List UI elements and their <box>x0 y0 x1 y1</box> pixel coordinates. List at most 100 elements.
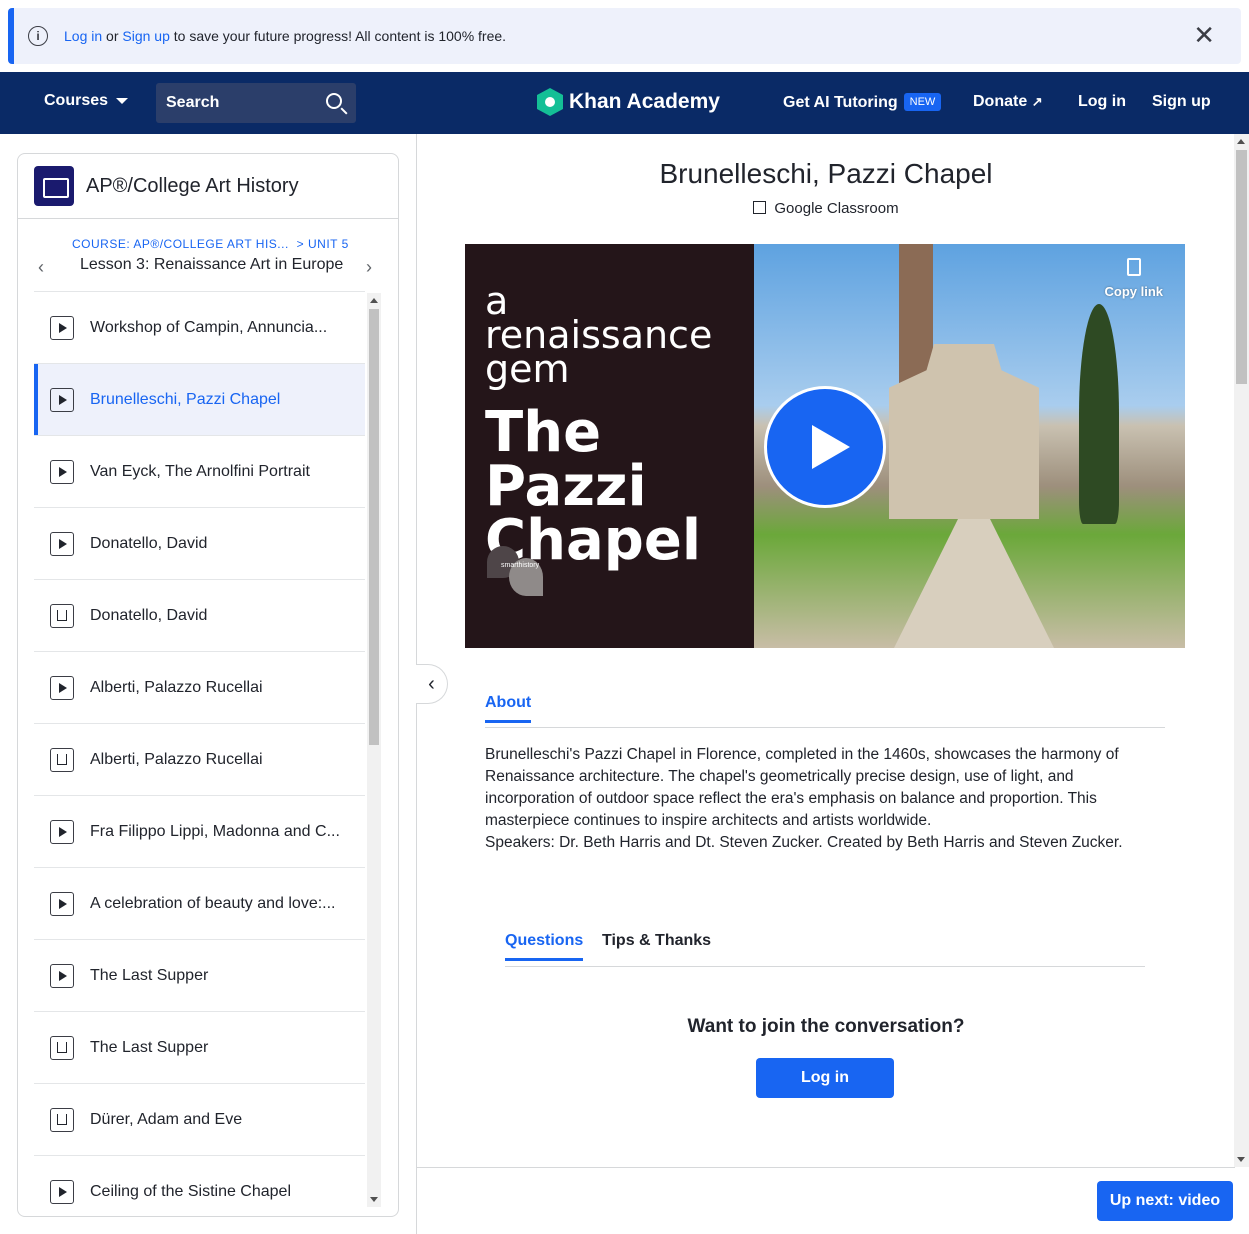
lesson-item[interactable]: Workshop of Campin, Annuncia... <box>34 291 365 363</box>
ai-tutoring-link[interactable]: Get AI Tutoring NEW <box>783 93 942 112</box>
scrollbar-thumb[interactable] <box>369 309 379 745</box>
video-play-icon <box>50 459 74 484</box>
chevron-left-icon[interactable]: ‹ <box>38 257 44 278</box>
logo-icon <box>537 88 563 116</box>
ai-tutoring-label: Get AI Tutoring <box>783 94 898 111</box>
play-button[interactable] <box>764 386 886 508</box>
video-play-icon <box>50 819 74 844</box>
about-tabs: About <box>485 694 1165 728</box>
page-scrollbar-thumb[interactable] <box>1236 150 1247 384</box>
banner-text: to save your future progress! All conten… <box>173 28 507 44</box>
login-button[interactable]: Log in <box>756 1058 894 1098</box>
lesson-item[interactable]: Dürer, Adam and Eve <box>34 1083 365 1155</box>
copy-link-button[interactable]: Copy link <box>1104 258 1163 299</box>
new-badge: NEW <box>903 93 942 111</box>
video-play-icon <box>50 531 74 556</box>
thumbnail-path <box>894 519 1054 648</box>
tab-questions[interactable]: Questions <box>505 932 584 961</box>
collapse-sidebar-button[interactable]: ‹ <box>416 664 448 704</box>
lesson-item[interactable]: Van Eyck, The Arnolfini Portrait <box>34 435 365 507</box>
chevron-down-icon <box>116 97 129 104</box>
nav-signup-link[interactable]: Sign up <box>1152 93 1211 111</box>
lesson-item[interactable]: Brunelleschi, Pazzi Chapel <box>34 363 365 435</box>
lesson-item-label: Alberti, Palazzo Rucellai <box>90 750 263 768</box>
scroll-up-arrow-icon[interactable] <box>370 298 378 303</box>
lesson-item-label: The Last Supper <box>90 1038 209 1056</box>
breadcrumb-unit-link[interactable]: > UNIT 5 <box>297 237 349 251</box>
thumbnail-tower <box>899 244 933 384</box>
smarthistory-wordmark: smarthistory <box>501 562 540 569</box>
signup-banner: i Log in or Sign up to save your future … <box>8 8 1241 64</box>
smarthistory-logo: smarthistory <box>487 536 543 600</box>
banner-login-link[interactable]: Log in <box>64 28 102 44</box>
sidebar-scrollbar[interactable] <box>367 293 381 1207</box>
courses-menu-button[interactable]: Courses <box>44 92 129 110</box>
article-icon <box>50 1035 74 1060</box>
lesson-item[interactable]: The Last Supper <box>34 939 365 1011</box>
page-scrollbar[interactable] <box>1234 134 1249 1167</box>
khan-academy-logo[interactable]: Khan Academy <box>537 88 720 116</box>
donate-label: Donate <box>973 93 1028 110</box>
lesson-item[interactable]: Ceiling of the Sistine Chapel <box>34 1155 365 1207</box>
video-play-icon <box>50 675 74 700</box>
lesson-item[interactable]: Alberti, Palazzo Rucellai <box>34 723 365 795</box>
close-icon[interactable]: ✕ <box>1193 22 1215 48</box>
thumbnail-tree <box>1079 304 1119 524</box>
lesson-item[interactable]: A celebration of beauty and love:... <box>34 867 365 939</box>
discussion-tabs: Questions Tips & Thanks <box>505 932 1145 967</box>
google-classroom-label: Google Classroom <box>774 200 899 217</box>
search-placeholder: Search <box>166 94 220 111</box>
course-title[interactable]: AP®/College Art History <box>86 175 299 198</box>
banner-signup-link[interactable]: Sign up <box>122 28 169 44</box>
banner-message: Log in or Sign up to save your future pr… <box>64 28 506 44</box>
lesson-item-label: A celebration of beauty and love:... <box>90 894 336 912</box>
footer-bar: Up next: video <box>417 1167 1235 1234</box>
scroll-down-arrow-icon[interactable] <box>370 1197 378 1202</box>
lesson-item-label: Fra Filippo Lippi, Madonna and C... <box>90 822 340 840</box>
video-play-icon <box>50 1179 74 1204</box>
donate-link[interactable]: Donate ↗ <box>973 93 1043 111</box>
search-icon <box>326 93 342 109</box>
lesson-item[interactable]: Donatello, David <box>34 507 365 579</box>
info-icon: i <box>28 26 48 46</box>
search-input[interactable]: Search <box>156 83 356 123</box>
external-link-icon: ↗ <box>1031 94 1043 109</box>
video-play-icon <box>50 387 74 412</box>
copy-icon <box>1126 258 1141 276</box>
tab-about[interactable]: About <box>485 694 532 723</box>
article-icon <box>50 747 74 772</box>
course-sidebar: AP®/College Art History ‹ COURSE: AP®/CO… <box>17 153 399 1217</box>
scroll-down-arrow-icon[interactable] <box>1237 1157 1245 1162</box>
article-icon <box>50 603 74 628</box>
page-title: Brunelleschi, Pazzi Chapel <box>659 158 993 189</box>
google-classroom-icon <box>753 201 767 214</box>
logo-text: Khan Academy <box>569 90 720 113</box>
course-book-icon <box>34 166 74 206</box>
lesson-item-label: Brunelleschi, Pazzi Chapel <box>90 390 281 408</box>
lesson-item[interactable]: The Last Supper <box>34 1011 365 1083</box>
top-nav: Courses Search Khan Academy Get AI Tutor… <box>0 72 1249 134</box>
lesson-item[interactable]: Fra Filippo Lippi, Madonna and C... <box>34 795 365 867</box>
google-classroom-button[interactable]: Google Classroom <box>417 200 1235 217</box>
up-next-button[interactable]: Up next: video <box>1097 1181 1233 1221</box>
lesson-item-label: The Last Supper <box>90 966 209 984</box>
chevron-right-icon[interactable]: › <box>366 257 372 278</box>
breadcrumb-course-link[interactable]: COURSE: AP®/COLLEGE ART HIS... <box>72 237 289 251</box>
lesson-item-label: Donatello, David <box>90 534 208 552</box>
chevron-left-icon: ‹ <box>428 672 435 695</box>
lesson-item-label: Ceiling of the Sistine Chapel <box>90 1182 292 1200</box>
video-play-icon <box>50 963 74 988</box>
about-speakers: Speakers: Dr. Beth Harris and Dt. Steven… <box>485 834 1123 851</box>
thumbnail-subtitle: a renaissance gem <box>485 279 713 391</box>
video-player[interactable]: a renaissance gem The Pazzi Chapel smart… <box>465 244 1185 648</box>
join-conversation-prompt: Want to join the conversation? <box>687 1016 965 1037</box>
lesson-item-label: Dürer, Adam and Eve <box>90 1110 243 1128</box>
about-description: Brunelleschi's Pazzi Chapel in Florence,… <box>485 744 1145 854</box>
about-text: Brunelleschi's Pazzi Chapel in Florence,… <box>485 746 1119 829</box>
scroll-up-arrow-icon[interactable] <box>1237 139 1245 144</box>
lesson-item[interactable]: Alberti, Palazzo Rucellai <box>34 651 365 723</box>
nav-login-link[interactable]: Log in <box>1078 93 1126 111</box>
breadcrumb: ‹ COURSE: AP®/COLLEGE ART HIS... > UNIT … <box>18 219 398 291</box>
tab-tips-thanks[interactable]: Tips & Thanks <box>602 932 711 958</box>
lesson-item[interactable]: Donatello, David <box>34 579 365 651</box>
